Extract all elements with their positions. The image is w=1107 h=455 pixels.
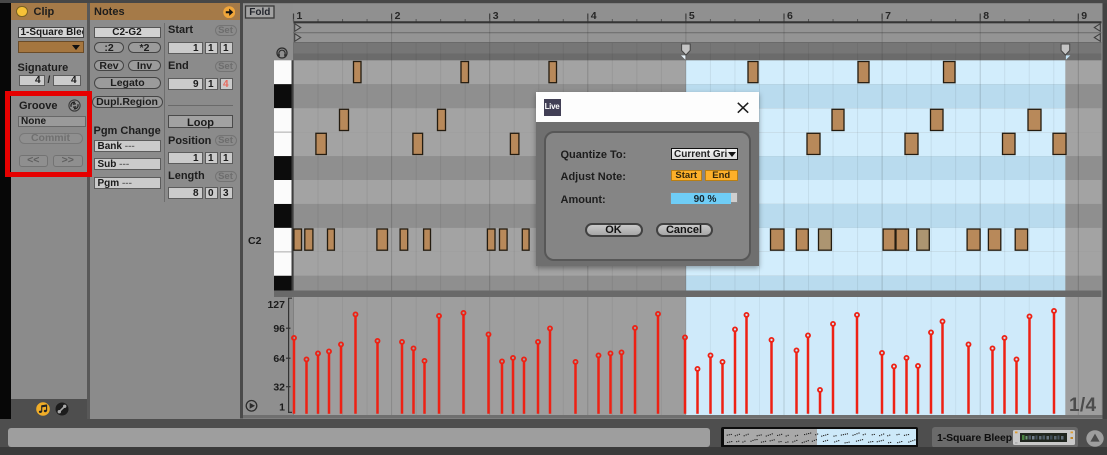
svg-text:9: 9 [1081, 10, 1087, 22]
svg-text:4: 4 [591, 10, 597, 22]
svg-text:96: 96 [273, 323, 285, 335]
svg-text:127: 127 [267, 299, 285, 311]
svg-text:C2: C2 [248, 235, 262, 247]
svg-text:5: 5 [689, 10, 695, 22]
svg-text:Fold: Fold [249, 7, 270, 18]
svg-text:64: 64 [273, 353, 285, 365]
svg-text:2: 2 [395, 10, 401, 22]
svg-text:1: 1 [297, 10, 303, 22]
svg-text:8: 8 [983, 10, 989, 22]
svg-text:6: 6 [787, 10, 793, 22]
svg-text:1: 1 [279, 402, 285, 414]
svg-text:7: 7 [885, 10, 891, 22]
svg-text:3: 3 [493, 10, 499, 22]
svg-text:1/4: 1/4 [1069, 395, 1096, 416]
svg-text:32: 32 [273, 381, 285, 393]
